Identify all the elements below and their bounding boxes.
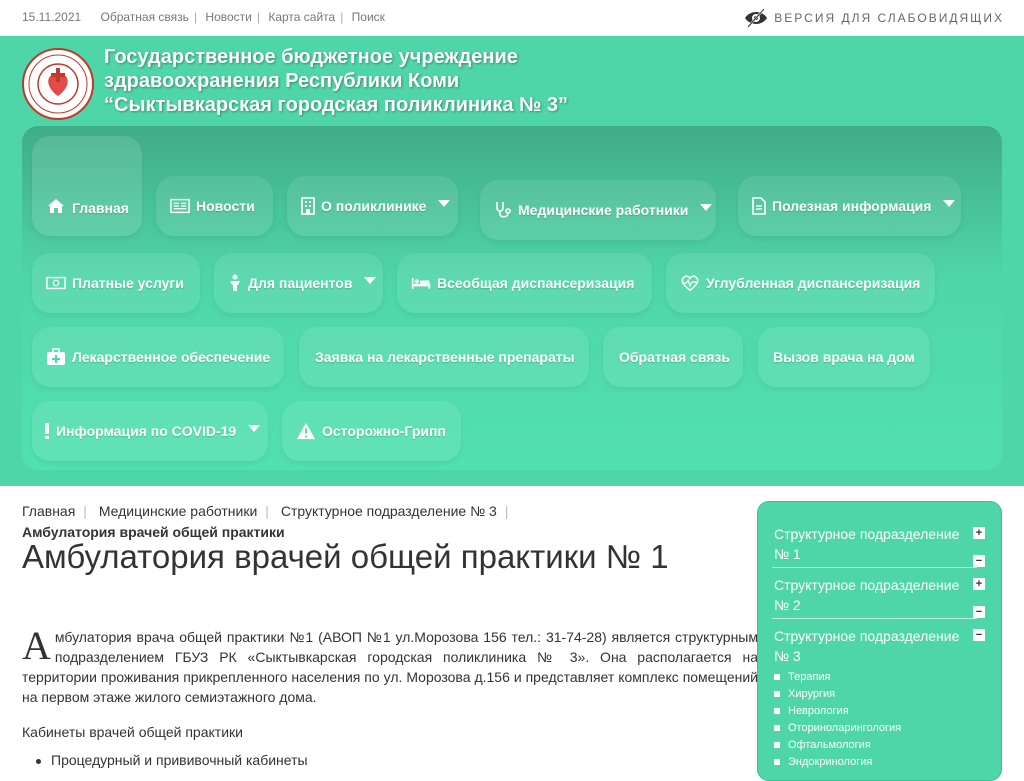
organization-name: Государственное бюджетное учреждение здр… xyxy=(104,46,568,116)
nav-covid-info[interactable]: Информация по COVID-19 xyxy=(32,401,268,461)
search-link[interactable]: Поиск xyxy=(352,10,385,24)
eye-icon xyxy=(744,7,768,29)
breadcrumb: Главная | Медицинские работники | Структур… xyxy=(22,503,509,519)
article-paragraph: мбулатория врача общей практики №1 (АВОП… xyxy=(22,629,758,705)
clinic-logo[interactable] xyxy=(22,48,94,120)
medkit-icon xyxy=(46,347,66,367)
nav-useful-info[interactable]: Полезная информация xyxy=(738,176,961,236)
nav-flu-warning[interactable]: Осторожно-Грипп xyxy=(282,401,461,461)
nav-general-checkup[interactable]: Всеобщая диспансеризация xyxy=(397,253,652,313)
building-icon xyxy=(301,196,315,216)
nav-medical-staff[interactable]: Медицинские работники xyxy=(480,180,716,240)
stethoscope-icon xyxy=(494,200,512,220)
sidebar-subitem-ophthalmology[interactable]: Офтальмология xyxy=(774,739,871,751)
sidebar-subitem-ent[interactable]: Оториноларингология xyxy=(774,722,901,734)
sidebar-subitem-therapy[interactable]: Терапия xyxy=(774,671,831,683)
expand-icon[interactable]: + xyxy=(973,527,985,539)
bed-icon xyxy=(411,273,431,293)
news-link[interactable]: Новости xyxy=(205,10,251,24)
nav-home[interactable]: Главная xyxy=(32,136,142,236)
sidebar-menu: Структурное подразделение № 1 + − Структ… xyxy=(757,501,1002,781)
collapse-icon[interactable]: − xyxy=(973,629,985,641)
chevron-down-icon xyxy=(248,424,261,432)
nav-news[interactable]: Новости xyxy=(156,176,273,236)
person-icon xyxy=(228,273,242,293)
sidebar-subitem-neurology[interactable]: Неврология xyxy=(774,705,849,717)
list-item: Процедурный и прививочный кабинеты xyxy=(36,752,308,768)
cabinet-list: Процедурный и прививочный кабинеты xyxy=(36,752,308,768)
collapse-icon[interactable]: − xyxy=(973,606,985,618)
article-body: А мбулатория врача общей практики №1 (АВ… xyxy=(22,623,758,707)
current-date: 15.11.2021 xyxy=(22,10,82,24)
sidebar-subitem-endocrinology[interactable]: Эндокринология xyxy=(774,756,872,768)
top-links: 15.11.2021 Обратная связь | Новости | Карт… xyxy=(22,10,385,24)
drop-cap: А xyxy=(22,623,51,668)
nav-drug-supply[interactable]: Лекарственное обеспечение xyxy=(32,327,284,387)
nav-extended-checkup[interactable]: Углубленная диспансеризация xyxy=(666,253,935,313)
banknote-icon xyxy=(46,273,66,293)
nav-home-doctor-call[interactable]: Вызов врача на дом xyxy=(758,327,930,387)
vision-label: ВЕРСИЯ ДЛЯ СЛАБОВИДЯЩИХ xyxy=(774,11,1004,25)
sidebar-item-division-2[interactable]: Структурное подразделение № 2 xyxy=(774,575,986,615)
breadcrumb-medical-staff[interactable]: Медицинские работники xyxy=(99,503,257,519)
expand-icon[interactable]: + xyxy=(973,578,985,590)
exclamation-icon xyxy=(44,421,50,441)
nav-paid-services[interactable]: Платные услуги xyxy=(32,253,200,313)
feedback-link[interactable]: Обратная связь xyxy=(101,10,189,24)
main-navigation: Главная Новости О поликлинике Медицински… xyxy=(22,126,1002,470)
nav-drug-request[interactable]: Заявка на лекарственные препараты xyxy=(299,327,589,387)
chevron-down-icon xyxy=(438,199,451,207)
chevron-down-icon xyxy=(364,276,377,284)
page-title: Амбулатория врачей общей практики № 1 xyxy=(22,538,669,575)
cabinets-heading: Кабинеты врачей общей практики xyxy=(22,724,243,740)
breadcrumb-division-3[interactable]: Структурное подразделение № 3 xyxy=(281,503,497,519)
sidebar-item-division-1[interactable]: Структурное подразделение № 1 xyxy=(774,524,986,564)
nav-for-patients[interactable]: Для пациентов xyxy=(214,253,383,313)
nav-about[interactable]: О поликлинике xyxy=(287,176,458,236)
newspaper-icon xyxy=(170,196,190,216)
warning-icon xyxy=(296,421,316,441)
collapse-icon[interactable]: − xyxy=(973,555,985,567)
visually-impaired-version-link[interactable]: ВЕРСИЯ ДЛЯ СЛАБОВИДЯЩИХ xyxy=(744,7,1004,29)
document-icon xyxy=(752,196,766,216)
sidebar-item-division-3[interactable]: Структурное подразделение № 3 xyxy=(774,626,986,666)
chevron-down-icon xyxy=(700,203,713,211)
site-header: Государственное бюджетное учреждение здр… xyxy=(0,36,1024,486)
sidebar-subitem-surgery[interactable]: Хирургия xyxy=(774,688,835,700)
chevron-down-icon xyxy=(943,199,956,207)
breadcrumb-home[interactable]: Главная xyxy=(22,503,75,519)
heartbeat-icon xyxy=(680,273,700,293)
top-bar: 15.11.2021 Обратная связь | Новости | Карт… xyxy=(0,0,1024,36)
sitemap-link[interactable]: Карта сайта xyxy=(268,10,335,24)
nav-feedback[interactable]: Обратная связь xyxy=(603,327,743,387)
home-icon xyxy=(46,196,66,216)
